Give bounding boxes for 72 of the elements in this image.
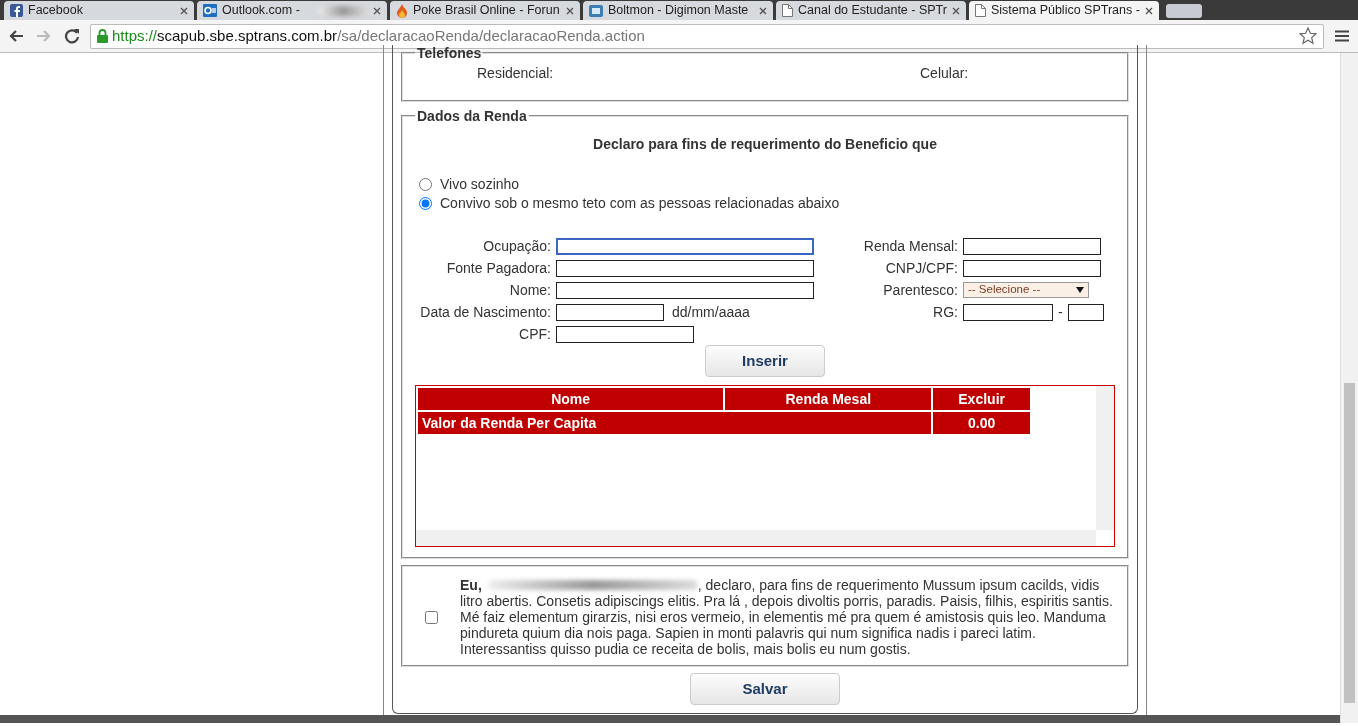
flame-icon [396, 3, 408, 18]
page-icon [782, 4, 793, 17]
close-icon[interactable] [759, 6, 767, 15]
format-hint: dd/mm/aaaa [672, 302, 750, 322]
browser-tab[interactable]: Sistema Público SPTrans - [969, 1, 1159, 20]
summary-value: 0.00 [933, 412, 1030, 434]
browser-tab[interactable]: Boltmon - Digimon Maste [583, 1, 773, 20]
option-label: Convivo sob o mesmo teto com as pessoas relacionadas abaixo [440, 194, 840, 213]
app-icon [589, 4, 603, 17]
mail-icon [203, 4, 217, 17]
text-field[interactable] [963, 259, 1101, 277]
redacted-text [318, 5, 368, 16]
dropdown-value: -- Selecione -- [968, 282, 1041, 298]
close-icon[interactable] [952, 6, 960, 15]
url-text: https://scapub.sbe.sptrans.com.br/sa/declaracaoRenda/declaracaoRenda.action [112, 25, 646, 46]
scrollbar-thumb[interactable] [1344, 383, 1355, 703]
section-legend: Dados da Renda [415, 108, 529, 124]
text-field[interactable] [963, 237, 1101, 255]
declaration-text: litro abertis. Consetis adipiscings elitis. Pra lá , depois divoltis porris, paradis. Paisis, filhis, espiritis santis. Mé faiz elementum girarzis, nisi eros vermeio, in elementis mé pra quem é amistosis quis leo. Manduma pindureta quium dia nois paga. Sapien in monti palavris qui num significa nadis i pareci latim. Interessantiss quisso pudia ce receita de bolis, mais bolis eu num gostis. [460, 593, 1114, 657]
close-icon[interactable] [1145, 6, 1153, 15]
field-label: Data de Nascimento: [419, 302, 551, 322]
reload-icon [64, 28, 80, 44]
radio-button[interactable] [419, 197, 432, 210]
horizontal-scrollbar[interactable] [416, 530, 1096, 546]
browser-tab[interactable]: Poke Brasil Online - Forun [390, 1, 580, 20]
field-label: Celular: [920, 64, 969, 83]
browser-tab[interactable]: Facebook [4, 1, 194, 20]
text-field[interactable] [556, 281, 814, 299]
close-icon[interactable] [566, 6, 574, 15]
star-icon[interactable] [1299, 27, 1317, 45]
field-label: Renda Mensal: [862, 236, 958, 256]
field-label: CPF: [518, 324, 551, 344]
reload-button[interactable] [62, 26, 82, 46]
insert-button[interactable]: Inserir [705, 345, 825, 377]
forward-arrow-icon [36, 29, 52, 43]
option-label: Vivo sozinho [440, 175, 520, 194]
declaration-text: , declaro, para fins de requerimento Mussum ipsum cacilds, vidis [697, 577, 1100, 593]
column-header: Nome [418, 388, 724, 410]
menu-icon [1335, 30, 1349, 42]
section-heading: Declaro para fins de requerimento do Beneficio que [592, 135, 938, 154]
caret-icon [1076, 287, 1084, 293]
text-field[interactable] [556, 325, 694, 343]
save-button[interactable]: Salvar [690, 673, 840, 705]
field-label: Ocupação: [482, 236, 551, 256]
field-label: RG: [932, 302, 958, 322]
text-field[interactable] [556, 303, 664, 321]
browser-tab[interactable]: Outlook.com - [197, 1, 387, 20]
vertical-scrollbar[interactable] [1096, 386, 1114, 530]
browser-tab[interactable]: Canal do Estudante - SPTr [776, 1, 966, 20]
column-header: Renda Mesal [725, 388, 932, 410]
lock-icon [97, 29, 108, 43]
text-field[interactable] [556, 259, 814, 277]
field-label: Fonte Pagadora: [445, 258, 551, 278]
page-icon [975, 4, 986, 17]
summary-label: Valor da Renda Per Capita [418, 412, 932, 434]
column-header: Excluir [933, 388, 1030, 410]
declaration-lead: Eu, [460, 577, 482, 593]
dropdown[interactable]: -- Selecione -- [963, 282, 1089, 298]
field-label: Nome: [508, 280, 551, 300]
separator-text: - [1058, 302, 1063, 322]
close-icon[interactable] [180, 6, 188, 15]
text-field[interactable] [1067, 303, 1104, 321]
text-field[interactable] [556, 237, 814, 255]
back-arrow-icon [8, 29, 24, 43]
checkbox[interactable] [425, 610, 438, 624]
text-field[interactable] [963, 303, 1053, 321]
close-icon[interactable] [373, 6, 381, 15]
field-label: Residencial: [477, 64, 555, 83]
field-label: Parentesco: [882, 280, 958, 300]
facebook-icon [10, 4, 23, 17]
radio-button[interactable] [419, 178, 432, 191]
field-label: CNPJ/CPF: [884, 258, 958, 278]
